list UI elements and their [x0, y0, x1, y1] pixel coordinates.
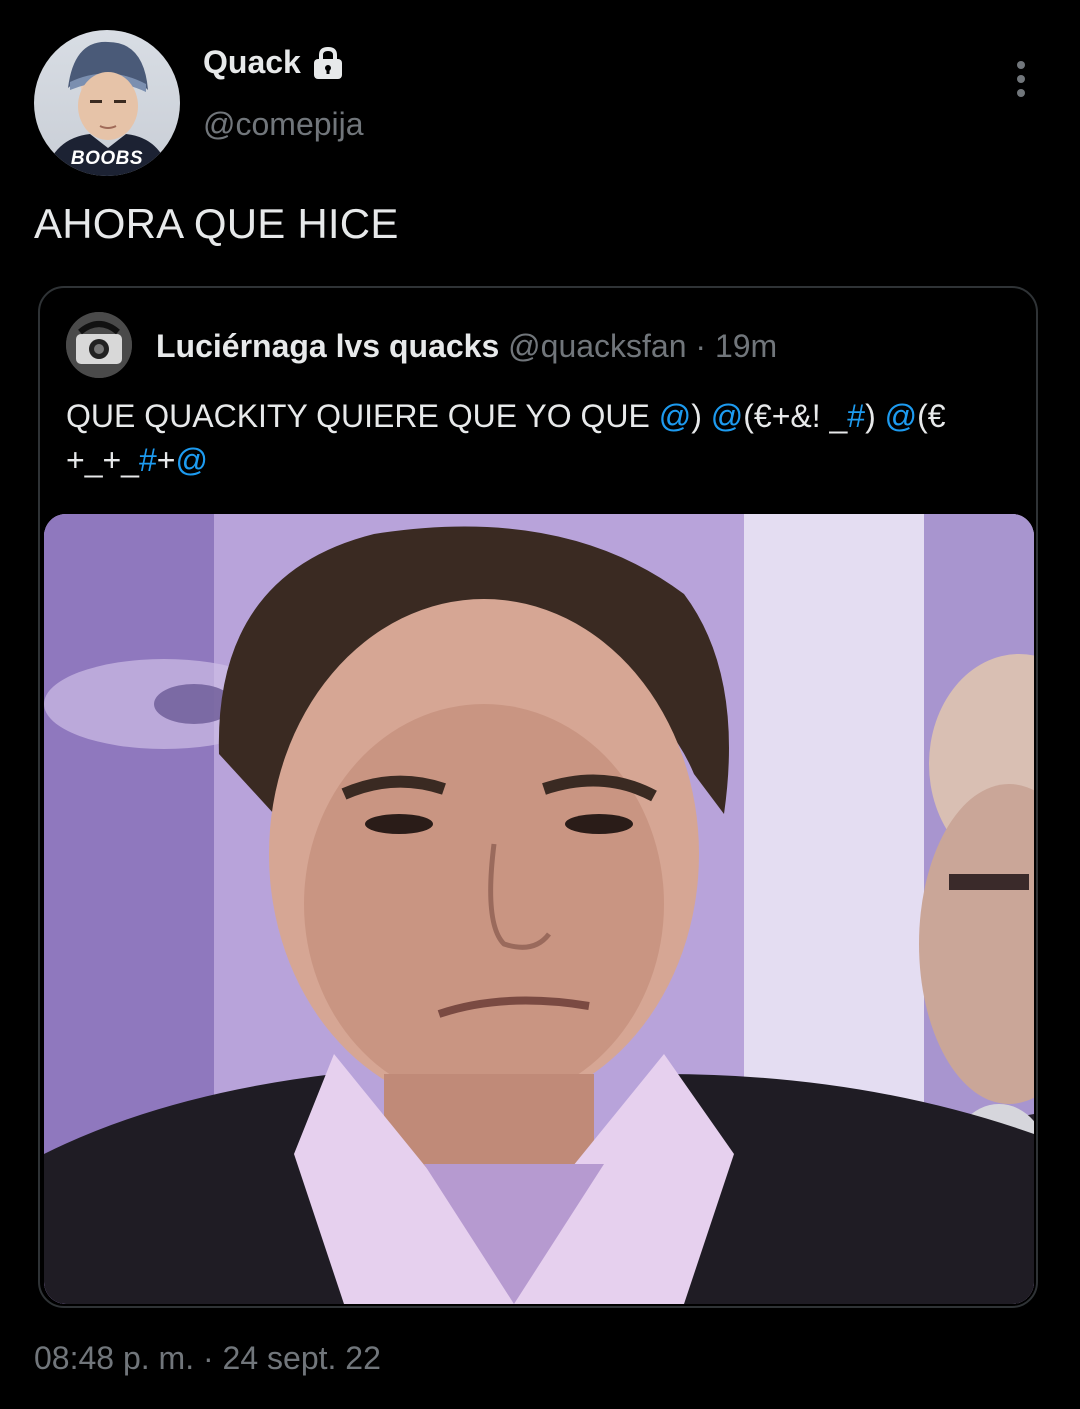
tweet-timestamp[interactable]: 08:48 p. m. · 24 sept. 22	[34, 1340, 381, 1377]
quoted-text-segment: )	[691, 398, 711, 434]
mention-link[interactable]: @	[711, 398, 743, 434]
mention-link[interactable]: #	[847, 398, 865, 434]
quoted-author-avatar[interactable]	[66, 312, 132, 378]
quoted-text-segment: (€+&! _	[743, 398, 848, 434]
mention-link[interactable]: #	[139, 442, 157, 478]
author-display-name[interactable]: Quack	[203, 44, 301, 81]
quoted-text-segment: )	[865, 398, 885, 434]
avatar-caption: BOOBS	[70, 148, 144, 169]
tweet-text: AHORA QUE HICE	[34, 200, 399, 247]
quoted-avatar-image	[66, 312, 132, 378]
tweet-detail: BOOBS Quack @comepija AHORA QUE HICE Luc…	[0, 0, 1080, 1409]
mention-link[interactable]: @	[175, 442, 207, 478]
quoted-separator: ·	[695, 328, 707, 364]
author-handle[interactable]: @comepija	[203, 106, 364, 143]
meme-photo	[44, 514, 1034, 1304]
mention-link[interactable]: @	[885, 398, 917, 434]
author-name-row: Quack	[203, 44, 345, 81]
quoted-text-segment: QUE QUACKITY QUIERE QUE YO QUE	[66, 398, 659, 434]
quoted-handle[interactable]: @quacksfan	[508, 328, 686, 364]
quoted-tweet-card[interactable]: Luciérnaga lvs quacks @quacksfan · 19m Q…	[38, 286, 1038, 1308]
lock-icon	[311, 46, 345, 80]
quoted-text: QUE QUACKITY QUIERE QUE YO QUE @) @(€+&!…	[66, 394, 1016, 482]
more-vertical-icon[interactable]	[1008, 58, 1034, 100]
mention-link[interactable]: @	[659, 398, 691, 434]
author-avatar[interactable]: BOOBS	[34, 30, 180, 176]
quoted-display-name[interactable]: Luciérnaga lvs quacks	[156, 328, 499, 364]
quoted-time[interactable]: 19m	[715, 328, 777, 364]
quoted-header: Luciérnaga lvs quacks @quacksfan · 19m	[156, 328, 777, 365]
quoted-text-segment: +	[156, 442, 176, 478]
quoted-media-image[interactable]	[44, 514, 1034, 1304]
